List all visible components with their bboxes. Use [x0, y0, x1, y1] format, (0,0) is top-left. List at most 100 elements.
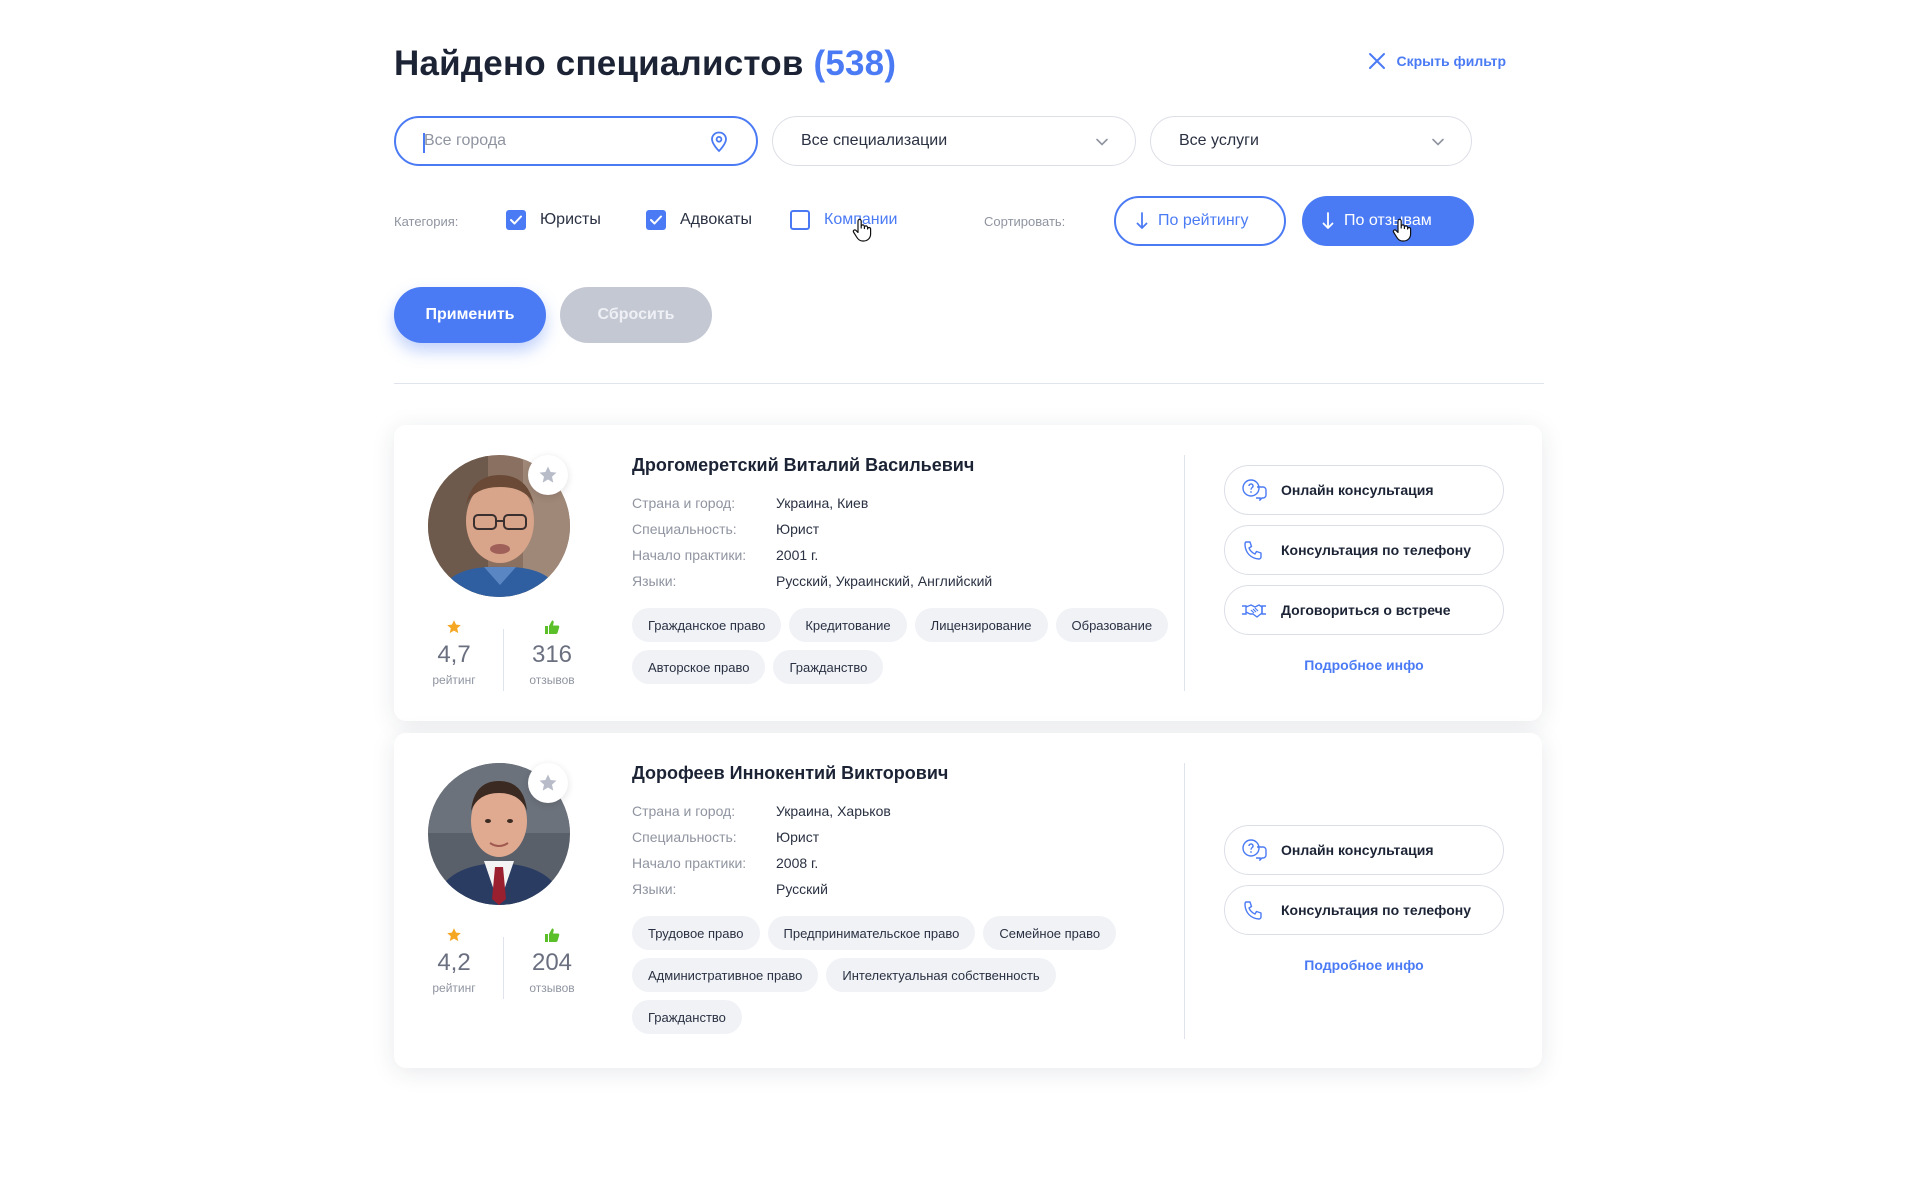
results-count: (538) — [813, 44, 897, 83]
star-icon — [539, 466, 557, 483]
detail-languages: Русский, Украинский, Английский — [776, 573, 993, 589]
checkmark-icon — [650, 215, 662, 225]
tag[interactable]: Интелектуальная собственность — [826, 958, 1056, 992]
detail-key: Специальность: — [632, 829, 737, 845]
category-checkbox-advocates[interactable]: Адвокаты — [646, 210, 752, 230]
phone-consultation-label: Консультация по телефону — [1281, 902, 1472, 918]
rating-stat: 4,7 рейтинг — [414, 619, 494, 687]
specialist-details: Страна и город: Украина, Киев Специальнос… — [632, 490, 1192, 594]
reset-button[interactable]: Сбросить — [560, 287, 712, 343]
arrange-meeting-label: Договориться о встрече — [1281, 602, 1451, 618]
checkbox-checked[interactable] — [646, 210, 666, 230]
hand-cursor-icon — [1392, 218, 1412, 242]
detail-location: Украина, Киев — [776, 495, 869, 511]
checkbox-checked[interactable] — [506, 210, 526, 230]
tag[interactable]: Кредитование — [789, 608, 907, 642]
tag[interactable]: Гражданство — [773, 650, 884, 684]
apply-button[interactable]: Применить — [394, 287, 546, 343]
specialist-name[interactable]: Дрогомеретский Виталий Васильевич — [632, 455, 1192, 476]
arrange-meeting-button[interactable]: Договориться о встрече — [1224, 585, 1504, 635]
reviews-value: 204 — [531, 949, 573, 976]
divider — [394, 383, 1544, 384]
city-field[interactable] — [394, 116, 758, 166]
results-header: Найдено специалистов (538) Скрыть фильтр — [394, 40, 1544, 90]
online-consultation-label: Онлайн консультация — [1281, 482, 1434, 498]
star-icon — [539, 774, 557, 791]
chevron-down-icon — [1432, 138, 1444, 146]
category-label: Категория: — [394, 214, 459, 229]
tag[interactable]: Авторское право — [632, 650, 766, 684]
thumbs-up-icon — [545, 620, 560, 634]
favorite-button[interactable] — [528, 455, 568, 495]
phone-icon — [1244, 541, 1262, 560]
online-consultation-button[interactable]: Онлайн консультация — [1224, 465, 1504, 515]
chat-question-icon — [1242, 839, 1267, 861]
category-checkbox-lawyers[interactable]: Юристы — [506, 210, 601, 230]
phone-icon — [1244, 901, 1262, 920]
star-icon — [447, 928, 461, 942]
chat-question-icon — [1242, 479, 1267, 501]
detail-key: Специальность: — [632, 521, 737, 537]
specialist-card: 4,7 рейтинг 316 отзывов Дрогомеретский В… — [394, 425, 1542, 721]
thumbs-up-icon — [545, 928, 560, 942]
favorite-button[interactable] — [528, 763, 568, 803]
phone-consultation-button[interactable]: Консультация по телефону — [1224, 525, 1504, 575]
city-input[interactable] — [424, 132, 704, 150]
card-divider — [1184, 455, 1185, 691]
reviews-value: 316 — [531, 641, 573, 668]
more-info-link[interactable]: Подробное инфо — [1224, 957, 1504, 973]
sort-by-rating-label: По рейтингу — [1158, 212, 1249, 229]
specialist-stats: 4,7 рейтинг 316 отзывов — [414, 619, 584, 695]
online-consultation-button[interactable]: Онлайн консультация — [1224, 825, 1504, 875]
card-divider — [1184, 763, 1185, 1039]
phone-consultation-button[interactable]: Консультация по телефону — [1224, 885, 1504, 935]
stats-divider — [503, 937, 504, 999]
arrow-down-icon — [1136, 212, 1148, 229]
page-title: Найдено специалистов (538) — [394, 44, 896, 84]
detail-specialty: Юрист — [776, 829, 820, 845]
specialist-name[interactable]: Дорофеев Иннокентий Викторович — [632, 763, 1192, 784]
phone-consultation-label: Консультация по телефону — [1281, 542, 1472, 558]
hide-filter-button[interactable]: Скрыть фильтр — [1368, 52, 1506, 70]
rating-value: 4,7 — [437, 641, 471, 668]
tag[interactable]: Образование — [1055, 608, 1169, 642]
detail-specialty: Юрист — [776, 521, 820, 537]
sort-by-reviews-button[interactable]: По отзывам — [1302, 196, 1474, 246]
tag[interactable]: Административное право — [632, 958, 819, 992]
tag[interactable]: Предпринимательское право — [767, 916, 976, 950]
sort-label: Сортировать: — [984, 214, 1066, 229]
specialist-stats: 4,2 рейтинг 204 отзывов — [414, 927, 584, 1003]
detail-key: Начало практики: — [632, 855, 747, 871]
category-checkbox-companies[interactable]: Компании — [790, 210, 898, 230]
detail-key: Начало практики: — [632, 547, 747, 563]
detail-location: Украина, Харьков — [776, 803, 891, 819]
category-label-lawyers: Юристы — [540, 211, 601, 228]
location-pin-icon — [711, 131, 727, 153]
page-title-text: Найдено специалистов — [394, 44, 804, 83]
tag-list: Гражданское право Кредитование Лицензиро… — [632, 608, 1172, 684]
specialization-select[interactable]: Все специализации — [772, 116, 1136, 166]
specialist-details: Страна и город: Украина, Харьков Специаль… — [632, 798, 1192, 902]
tag[interactable]: Лицензирование — [914, 608, 1048, 642]
rating-label: рейтинг — [432, 673, 476, 687]
tag[interactable]: Гражданство — [632, 1000, 742, 1034]
reviews-stat: 316 отзывов — [512, 619, 592, 687]
tag[interactable]: Гражданское право — [632, 608, 782, 642]
checkbox-unchecked[interactable] — [790, 210, 810, 230]
rating-value: 4,2 — [437, 949, 471, 976]
tag[interactable]: Семейное право — [983, 916, 1117, 950]
more-info-link[interactable]: Подробное инфо — [1224, 657, 1504, 673]
chevron-down-icon — [1096, 138, 1108, 146]
reviews-label: отзывов — [529, 981, 575, 995]
action-list: Онлайн консультация Консультация по теле… — [1224, 465, 1504, 673]
rating-label: рейтинг — [432, 981, 476, 995]
category-sort-row: Категория: Юристы Адвокаты Компании Сорт… — [394, 196, 1544, 246]
detail-key: Страна и город: — [632, 803, 736, 819]
specialization-value: Все специализации — [801, 132, 948, 149]
tag-list: Трудовое право Предпринимательское право… — [632, 916, 1172, 1034]
services-select[interactable]: Все услуги — [1150, 116, 1472, 166]
tag[interactable]: Трудовое право — [632, 916, 760, 950]
action-list: Онлайн консультация Консультация по теле… — [1224, 825, 1504, 973]
sort-by-rating-button[interactable]: По рейтингу — [1114, 196, 1286, 246]
specialist-info: Дорофеев Иннокентий Викторович Страна и … — [632, 763, 1192, 1034]
